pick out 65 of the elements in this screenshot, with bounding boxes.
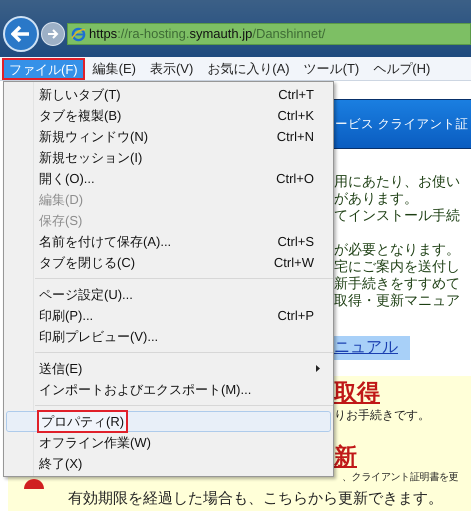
- paragraph-line: が必要となります。: [334, 241, 461, 258]
- back-button[interactable]: [3, 16, 39, 52]
- section-heading: 取得: [334, 378, 381, 406]
- browser-logo-icon: [71, 26, 86, 42]
- menu-item-label: プロパティ(R): [37, 410, 128, 434]
- paragraph-line: があります。: [334, 190, 419, 207]
- menu-item[interactable]: プロパティ(R): [6, 411, 331, 432]
- shortcut-text: Ctrl+T: [278, 86, 314, 104]
- menu-item-label: 保存(S): [38, 212, 84, 230]
- menu-item[interactable]: 終了(X): [6, 453, 331, 474]
- paragraph-line: 宅にご案内を送付し: [334, 258, 461, 275]
- menu-item[interactable]: タブを複製(B) Ctrl+K: [6, 105, 331, 126]
- url-text: https://ra-hosting.symauth.jp/Danshinnet/: [89, 25, 326, 44]
- menu-item[interactable]: 開く(O)... Ctrl+O: [6, 168, 331, 189]
- back-arrow-icon: [11, 25, 31, 43]
- menu-bar-item[interactable]: お気に入り(A): [201, 58, 296, 80]
- page-banner: ービス クライアント証: [333, 99, 471, 149]
- menu-item[interactable]: 新しいタブ(T) Ctrl+T: [6, 84, 331, 105]
- menu-item-label: 新しいタブ(T): [38, 86, 122, 104]
- menu-item-label: 開く(O)...: [38, 170, 96, 188]
- menu-item-label: 名前を付けて保存(A)...: [38, 232, 172, 251]
- menu-item[interactable]: インポートおよびエクスポート(M)...: [6, 379, 331, 400]
- shortcut-text: Ctrl+S: [278, 232, 314, 251]
- menu-item[interactable]: 印刷(P)... Ctrl+P: [6, 305, 331, 326]
- menu-item-label: 終了(X): [38, 454, 84, 473]
- menu-item-label: タブを複製(B): [38, 106, 122, 125]
- section-text: りお手続きです。: [334, 407, 431, 424]
- menu-item[interactable]: 新規セッション(I): [6, 147, 331, 168]
- paragraph-line: 用にあたり、お使い: [334, 173, 461, 190]
- menu-item-label: 新規セッション(I): [38, 148, 144, 167]
- menu-item[interactable]: 名前を付けて保存(A)... Ctrl+S: [6, 231, 331, 252]
- menu-item[interactable]: ページ設定(U)...: [6, 284, 331, 305]
- shortcut-text: Ctrl+N: [276, 128, 314, 146]
- section-text: 、クライアント証明書を更: [342, 470, 460, 485]
- menu-item-label: ページ設定(U)...: [38, 286, 134, 304]
- menu-item[interactable]: 送信(E): [6, 358, 331, 379]
- forward-button[interactable]: [41, 22, 65, 46]
- menu-item-label: タブを閉じる(C): [38, 254, 136, 272]
- menu-bar-item[interactable]: 表示(V): [144, 58, 200, 80]
- paragraph-line: てインストール手続: [334, 207, 461, 224]
- menu-bar-item[interactable]: ヘルプ(H): [367, 58, 436, 80]
- shortcut-text: Ctrl+K: [278, 106, 314, 125]
- menu-item-label: オフライン作業(W): [38, 434, 152, 452]
- menu-item-label: インポートおよびエクスポート(M)...: [38, 380, 252, 399]
- menu-bar-item[interactable]: ツール(T): [298, 58, 366, 80]
- paragraph-line: 取得・更新マニュア: [334, 292, 461, 309]
- section-heading: 新: [334, 442, 358, 470]
- submenu-arrow-icon: [316, 365, 320, 372]
- menu-item-label: 印刷プレビュー(V)...: [38, 328, 160, 346]
- menu-bar-item[interactable]: 編集(E): [86, 58, 142, 80]
- forward-arrow-icon: [47, 29, 59, 39]
- menu-item[interactable]: オフライン作業(W): [6, 432, 331, 453]
- paragraph-line: 新手続きをすすめて: [334, 275, 461, 292]
- menu-item[interactable]: 新規ウィンドウ(N) Ctrl+N: [6, 126, 331, 147]
- menu-item-label: 新規ウィンドウ(N): [38, 128, 150, 146]
- menu-item-label: 送信(E): [38, 360, 84, 378]
- section-text: 有効期限を経過した場合も、こちらから更新できます。: [68, 489, 444, 509]
- shortcut-text: Ctrl+P: [278, 306, 314, 325]
- menu-item-label: 印刷(P)...: [38, 306, 94, 325]
- shortcut-text: Ctrl+W: [274, 254, 314, 272]
- address-bar[interactable]: https://ra-hosting.symauth.jp/Danshinnet/: [67, 23, 471, 45]
- menu-item[interactable]: タブを閉じる(C) Ctrl+W: [6, 252, 331, 273]
- shortcut-text: Ctrl+O: [276, 170, 314, 188]
- menu-item[interactable]: 印刷プレビュー(V)...: [6, 326, 331, 347]
- menu-item-label: 編集(D): [38, 190, 84, 209]
